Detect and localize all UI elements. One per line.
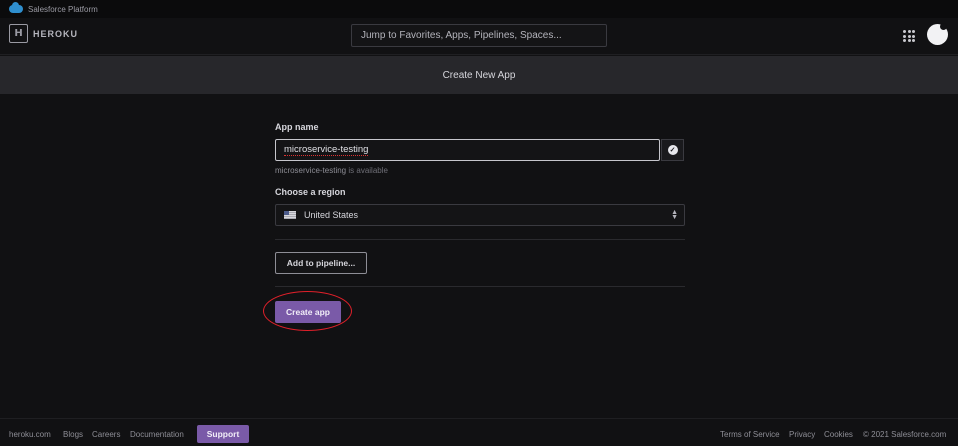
app-name-label: App name [275,122,319,132]
salesforce-platform-bar: Salesforce Platform [0,0,958,18]
highlight-annotation [263,291,352,331]
footer-link-blogs[interactable]: Blogs [63,430,83,439]
top-navigation: H HEROKU Jump to Favorites, Apps, Pipeli… [0,18,958,55]
footer-link-careers[interactable]: Careers [92,430,120,439]
footer-link-documentation[interactable]: Documentation [130,430,184,439]
heroku-logo-icon[interactable]: H [9,24,28,43]
search-placeholder: Jump to Favorites, Apps, Pipelines, Spac… [361,30,562,41]
page-header: Create New App [0,56,958,94]
divider [275,239,685,240]
region-select[interactable]: United States ▲ ▼ [275,204,685,226]
checkmark-icon: ✓ [667,145,678,155]
app-name-input[interactable]: microservice-testing [275,139,660,161]
add-to-pipeline-label: Add to pipeline... [286,258,356,268]
heroku-logo-mark: H [14,28,23,39]
availability-app-name: microservice-testing [275,166,347,175]
add-to-pipeline-button[interactable]: Add to pipeline... [275,252,367,274]
region-value: United States [304,210,359,220]
avatar[interactable] [927,23,948,45]
us-flag-icon [284,211,296,219]
heroku-logo-text[interactable]: HEROKU [33,29,78,39]
select-arrows-icon: ▲ ▼ [671,209,678,221]
footer-link-terms[interactable]: Terms of Service [720,430,780,439]
apps-grid-icon[interactable] [903,30,915,42]
app-name-value: microservice-testing [284,144,369,156]
search-input[interactable]: Jump to Favorites, Apps, Pipelines, Spac… [351,24,607,47]
salesforce-cloud-icon [9,2,23,13]
footer-link-heroku[interactable]: heroku.com [9,430,51,439]
availability-hint: microservice-testing is available [275,166,388,175]
support-label: Support [206,429,240,439]
footer-link-privacy[interactable]: Privacy [789,430,815,439]
footer-link-cookies[interactable]: Cookies [824,430,853,439]
availability-check-button[interactable]: ✓ [661,139,684,161]
page-title: Create New App [442,69,516,81]
footer-copyright: © 2021 Salesforce.com [863,430,947,439]
divider [275,286,685,287]
support-button[interactable]: Support [197,425,249,443]
salesforce-platform-label: Salesforce Platform [28,4,98,14]
footer: heroku.com Blogs Careers Documentation S… [0,418,958,446]
availability-status: is available [346,166,388,175]
region-label: Choose a region [275,187,346,197]
